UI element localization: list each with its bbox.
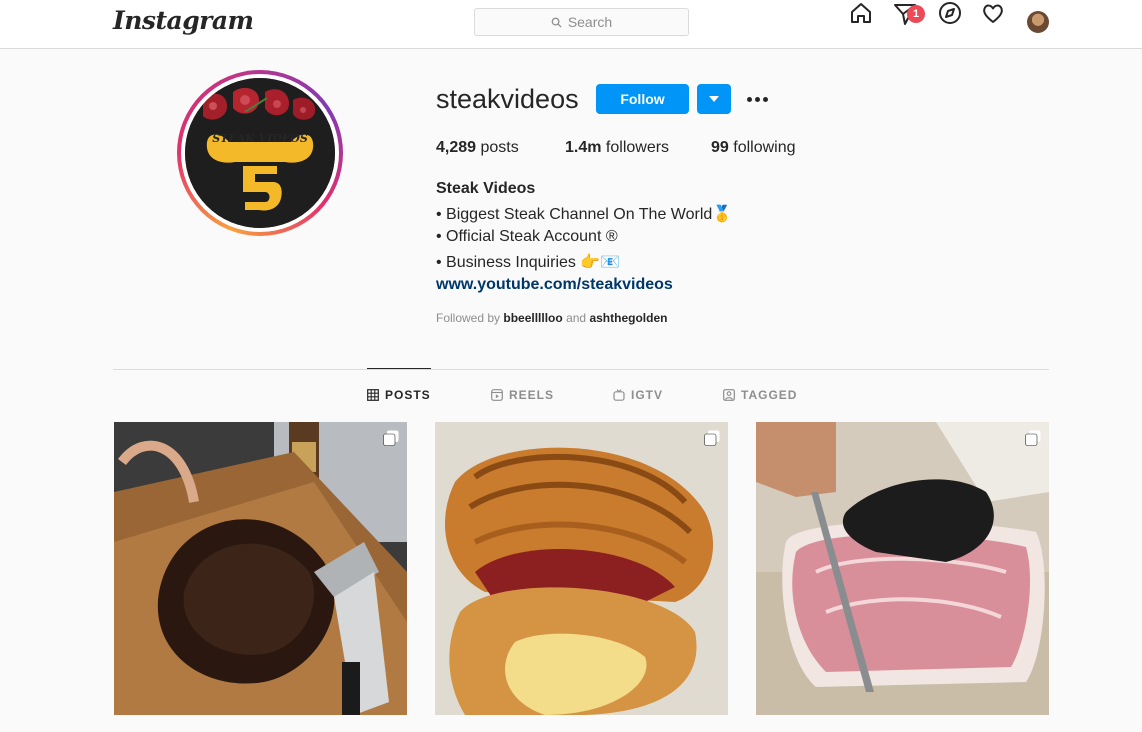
tab-tagged[interactable]: TAGGED [723,388,797,402]
chevron-down-icon [709,96,719,102]
search-icon [551,17,562,28]
tagged-icon [723,389,735,401]
post-thumbnail[interactable] [435,422,728,715]
post-photo [756,422,1049,715]
tab-label: POSTS [385,388,431,402]
more-dot-icon [754,96,760,102]
following-count[interactable]: 99 following [711,139,796,157]
more-dot-icon [746,96,752,102]
bio-website-link[interactable]: www.youtube.com/steakvideos [436,276,673,294]
tab-igtv[interactable]: IGTV [613,388,663,402]
followed-by-text[interactable]: Followed by bbeellllloo and ashthegolden [436,311,667,325]
notification-badge: 1 [907,5,925,23]
tab-label: TAGGED [741,388,798,402]
post-thumbnail[interactable] [114,422,407,715]
suggested-dropdown-button[interactable] [697,84,731,114]
home-icon[interactable] [848,0,874,26]
tab-reels[interactable]: REELS [491,388,554,402]
more-options-button[interactable] [744,88,770,110]
carousel-multi-icon [704,430,720,446]
igtv-icon [613,389,625,401]
post-photo [114,422,407,715]
carousel-multi-icon [383,430,399,446]
bio-line: • Business Inquiries 👉📧 [436,254,621,271]
followers-count[interactable]: 1.4m followers [565,139,669,157]
posts-count: 4,289 posts [436,139,519,156]
reels-icon [491,389,503,401]
tab-label: IGTV [631,388,664,402]
tabs-divider [113,369,1049,370]
grid-icon [367,389,379,401]
carousel-multi-icon [1025,430,1041,446]
activity-heart-icon[interactable] [980,0,1006,26]
bio-full-name: Steak Videos [436,180,536,197]
profile-avatar[interactable] [1027,11,1049,33]
post-thumbnail[interactable] [756,422,1049,715]
profile-picture[interactable]: STEAK VIDEOS [177,70,343,236]
bio-line: • Biggest Steak Channel On The World🥇 [436,206,733,223]
tab-label: REELS [509,388,555,402]
instagram-logo[interactable]: Instagram [113,6,254,35]
avatar-logo-text: STEAK VIDEOS [212,132,308,145]
post-photo [435,422,728,715]
tab-posts[interactable]: POSTS [367,388,431,402]
avatar-image: STEAK VIDEOS [185,78,335,228]
search-placeholder: Search [567,14,613,30]
explore-icon[interactable] [937,0,963,26]
follow-button[interactable]: Follow [596,84,689,114]
top-navigation-bar: Instagram Search 1 [0,0,1142,49]
active-tab-indicator [367,368,431,369]
more-dot-icon [762,96,768,102]
bio-line: • Official Steak Account ® [436,228,618,245]
profile-username: steakvideos [436,84,579,114]
search-input[interactable]: Search [474,8,689,36]
